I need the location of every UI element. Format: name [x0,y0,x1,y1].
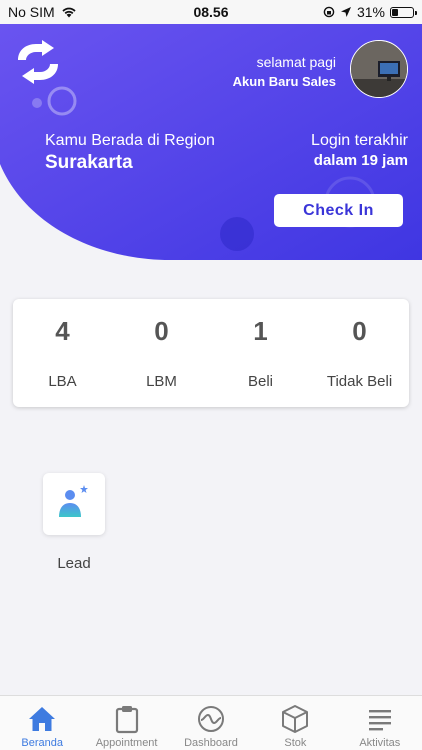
stat-value: 1 [253,316,268,346]
nav-stok[interactable]: Stok [253,696,337,750]
dashboard-icon [198,706,225,732]
avatar[interactable] [350,40,408,98]
greeting-block: selamat pagi Akun Baru Sales [233,54,336,89]
nav-dashboard[interactable]: Dashboard [169,696,253,750]
region-label: Kamu Berada di Region [45,132,215,149]
box-icon [282,705,309,733]
check-in-button[interactable]: Check In [274,194,403,227]
stat-tidak-beli[interactable]: 0 Tidak Beli [310,299,409,407]
nav-appointment[interactable]: Appointment [84,696,168,750]
stat-value: 0 [352,316,367,346]
region-name: Surakarta [45,152,133,173]
stat-label: LBA [48,373,77,390]
last-login-value: dalam 19 jam [313,152,408,169]
app-logo-icon [18,40,58,84]
lead-menu-button[interactable] [43,473,105,535]
location-arrow-icon [340,7,351,17]
battery-icon [390,6,417,18]
header-banner: selamat pagi Akun Baru Sales Kamu Berada… [0,24,422,260]
stats-card: 4 LBA 0 LBM 1 Beli 0 Tidak Beli [13,299,409,407]
avatar-image [351,41,407,97]
stat-lbm[interactable]: 0 LBM [112,299,211,407]
lead-label: Lead [57,555,91,572]
bottom-nav: Beranda Appointment Dashboard Stok Aktiv… [0,695,422,750]
account-name: Akun Baru Sales [232,74,336,89]
nav-aktivitas[interactable]: Aktivitas [338,696,422,750]
stat-value: 0 [154,316,169,346]
nav-label: Aktivitas [359,737,401,749]
greeting-text: selamat pagi [256,54,336,70]
stat-label: Beli [247,373,273,390]
lead-user-icon [59,485,88,517]
stat-label: LBM [146,373,177,390]
stat-lba[interactable]: 4 LBA [13,299,112,407]
stat-value: 4 [55,316,70,346]
orientation-lock-icon [323,6,335,18]
nav-label: Dashboard [184,737,238,749]
battery-percent: 31% [356,4,385,20]
status-bar: No SIM 08.56 31% [0,0,422,24]
clipboard-icon [115,706,138,734]
home-icon [29,707,56,731]
nav-label: Stok [284,737,307,749]
nav-beranda[interactable]: Beranda [0,696,84,750]
stat-label: Tidak Beli [326,373,393,390]
nav-label: Appointment [95,737,158,749]
battery-fill [392,8,399,16]
last-login-label: Login terakhir [311,132,408,149]
stat-beli[interactable]: 1 Beli [211,299,310,407]
status-right: 31% [323,4,417,20]
list-icon [368,710,391,731]
nav-label: Beranda [21,737,63,749]
